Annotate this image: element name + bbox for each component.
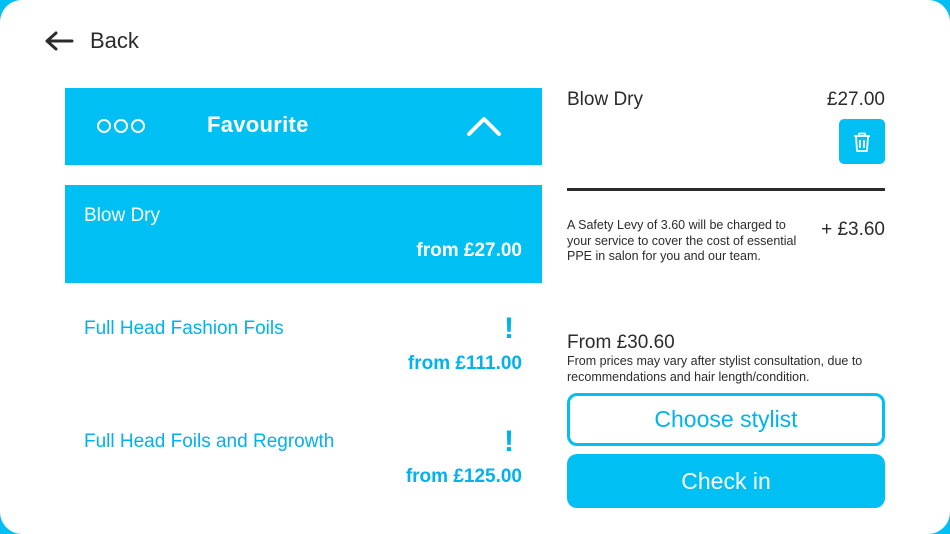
- app-screen: Back Favourite Blow Dry from £27.00 Full…: [0, 0, 950, 534]
- service-name: Full Head Fashion Foils: [84, 318, 284, 339]
- remove-service-button[interactable]: [839, 119, 885, 164]
- basket-panel: Blow Dry £27.00 A Safety Levy of 3.60 wi…: [567, 0, 885, 534]
- safety-levy-price: + £3.60: [821, 219, 885, 240]
- choose-stylist-button[interactable]: Choose stylist: [567, 393, 885, 446]
- favourites-header[interactable]: Favourite: [65, 88, 542, 165]
- service-item-blow-dry[interactable]: Blow Dry from £27.00: [65, 185, 542, 283]
- basket-service-price: £27.00: [826, 89, 885, 110]
- check-in-button[interactable]: Check in: [567, 454, 885, 508]
- total-price: From £30.60: [567, 332, 675, 353]
- service-item-full-head-foils-regrowth[interactable]: Full Head Foils and Regrowth ! from £125…: [65, 411, 542, 509]
- basket-service-name: Blow Dry: [567, 89, 644, 110]
- service-price: from £111.00: [407, 353, 522, 374]
- back-label: Back: [90, 28, 139, 53]
- more-dots-icon[interactable]: [97, 119, 145, 133]
- favourites-title: Favourite: [207, 112, 309, 137]
- alert-icon: !: [504, 425, 514, 458]
- service-name: Blow Dry: [84, 205, 161, 226]
- alert-icon: !: [504, 312, 514, 345]
- price-note: From prices may vary after stylist consu…: [567, 354, 863, 384]
- safety-levy-text: A Safety Levy of 3.60 will be charged to…: [567, 218, 797, 263]
- service-item-full-head-fashion-foils[interactable]: Full Head Fashion Foils ! from £111.00: [65, 298, 542, 396]
- service-name: Full Head Foils and Regrowth: [84, 431, 335, 452]
- service-price: from £27.00: [416, 240, 522, 261]
- divider: [567, 188, 885, 191]
- service-price: from £125.00: [405, 466, 522, 487]
- chevron-up-icon[interactable]: [466, 114, 502, 138]
- back-arrow-icon: [45, 31, 74, 51]
- trash-icon: [854, 132, 870, 152]
- back-button[interactable]: Back: [44, 26, 139, 56]
